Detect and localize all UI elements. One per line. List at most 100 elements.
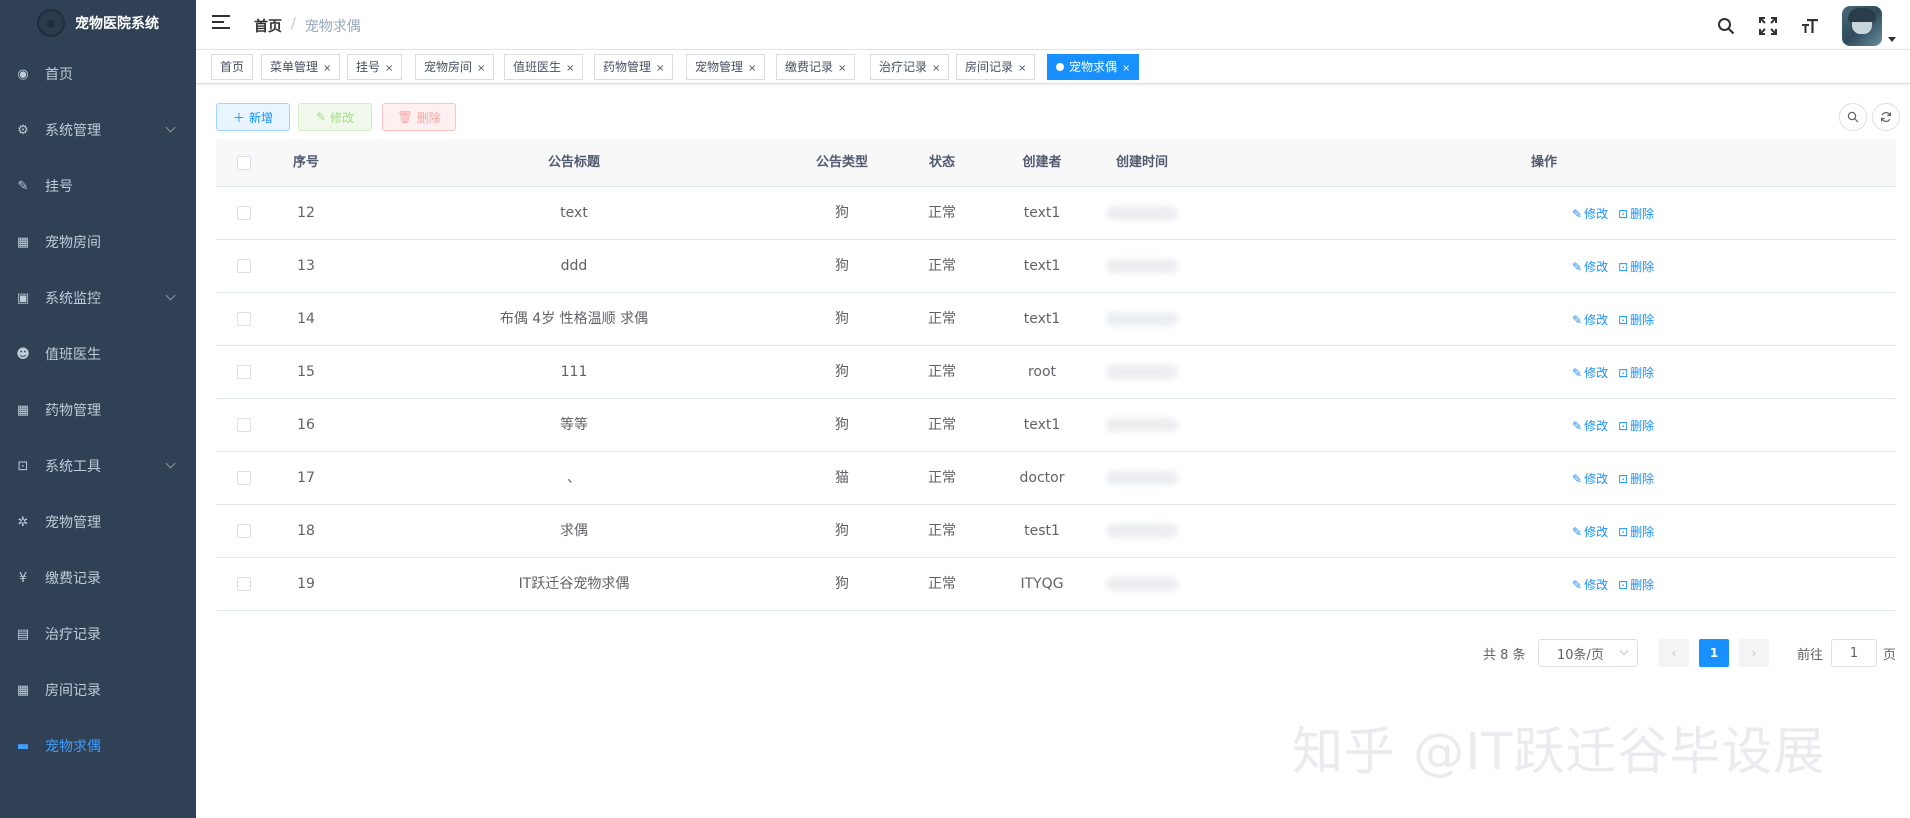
toolbox-icon: ⊡ [17,458,29,474]
row-delete-link[interactable]: ⊡ 删除 [1618,523,1654,540]
sidebar-item[interactable]: ▣ 系统监控 [0,270,196,326]
row-edit-link[interactable]: ✎ 修改 [1572,470,1608,487]
sidebar-item[interactable]: ☻ 值班医生 [0,326,196,382]
sidebar-item[interactable]: ✲ 宠物管理 [0,494,196,550]
tag-item[interactable]: 值班医生 × [504,54,584,80]
sidebar-item-label: 房间记录 [45,683,101,699]
row-checkbox[interactable] [237,365,251,379]
row-edit-label: 修改 [1584,207,1609,221]
cell-status: 正常 [928,523,956,539]
row-checkbox[interactable] [237,312,251,326]
plus-icon: ＋ [232,110,245,125]
prev-page-button[interactable]: ‹ [1659,639,1689,667]
row-edit-link[interactable]: ✎ 修改 [1572,417,1608,434]
sidebar-item[interactable]: ⊡ 系统工具 [0,438,196,494]
sidebar-item[interactable]: ▦ 宠物房间 [0,214,196,270]
chevron-down-icon[interactable] [1888,36,1896,42]
tag-item[interactable]: 首页 [211,54,254,80]
sidebar-item[interactable]: ⚙ 系统管理 [0,102,196,158]
sidebar-item[interactable]: ✎ 挂号 [0,158,196,214]
close-icon[interactable]: × [1018,63,1026,74]
close-icon[interactable]: × [656,63,664,74]
tag-item[interactable]: 房间记录 × [956,54,1036,80]
table-body: 12 text 狗正常 text1 ✎ 修改 ⊡ 删除 13 ddd 狗正常 text1 ✎ 修改 ⊡ 删除 1… [216,187,1896,611]
row-checkbox[interactable] [237,577,251,591]
row-delete-link[interactable]: ⊡ 删除 [1618,470,1654,487]
tag-item[interactable]: 药物管理 × [594,54,674,80]
row-edit-link[interactable]: ✎ 修改 [1572,364,1608,381]
tags-view: 首页 菜单管理 × 挂号 × 宠物房间 × 值班医生 × 药物管理 × 宠物管理 × 缴费记录 × 治疗记录 ×… [196,50,1910,84]
row-delete-link[interactable]: ⊡ 删除 [1618,258,1654,275]
row-checkbox[interactable] [237,259,251,273]
search-toggle-button[interactable] [1839,103,1867,131]
tag-label: 缴费记录 [785,60,834,74]
close-icon[interactable]: × [1122,63,1130,74]
cell-type: 狗 [835,311,849,327]
close-icon[interactable]: × [838,63,846,74]
row-edit-link[interactable]: ✎ 修改 [1572,258,1608,275]
cell-title: 111 [560,364,588,380]
close-icon[interactable]: × [323,63,331,74]
close-icon[interactable]: × [477,63,485,74]
row-delete-link[interactable]: ⊡ 删除 [1618,311,1654,328]
select-all-checkbox[interactable] [237,156,251,170]
page-number-button[interactable]: 1 [1699,639,1729,667]
cell-status: 正常 [928,205,956,221]
fullscreen-icon[interactable] [1758,16,1778,36]
peoples-icon: ☻ [16,346,30,362]
tag-item[interactable]: 菜单管理 × [261,54,341,80]
tag-item[interactable]: 缴费记录 × [776,54,856,80]
row-edit-link[interactable]: ✎ 修改 [1572,311,1608,328]
sidebar-item[interactable]: ◉ 首页 [0,46,196,102]
cell-operations: ✎ 修改 ⊡ 删除 [1572,505,1654,558]
cell-index: 17 [297,470,315,486]
sidebar-item[interactable]: ¥ 缴费记录 [0,550,196,606]
refresh-button[interactable] [1872,103,1900,131]
tag-item[interactable]: 宠物管理 × [686,54,766,80]
row-checkbox[interactable] [237,418,251,432]
font-size-icon[interactable] [1800,16,1820,36]
user-avatar[interactable] [1842,6,1882,46]
row-delete-label: 删除 [1630,313,1655,327]
row-delete-link[interactable]: ⊡ 删除 [1618,576,1654,593]
hamburger-icon[interactable] [212,15,230,29]
goto-page-input[interactable] [1831,639,1877,667]
tag-item[interactable]: 治疗记录 × [870,54,950,80]
tag-item[interactable]: 宠物房间 × [415,54,495,80]
app-logo[interactable]: 宠物医院系统 [0,0,196,46]
row-checkbox[interactable] [237,471,251,485]
close-icon[interactable]: × [566,63,574,74]
search-icon[interactable] [1716,16,1736,36]
row-delete-link[interactable]: ⊡ 删除 [1618,364,1654,381]
page-size-select[interactable]: 10条/页 [1538,639,1638,667]
add-button[interactable]: ＋ 新增 [216,103,290,131]
breadcrumb-home[interactable]: 首页 [254,16,282,36]
trash-icon: ⊡ [1618,259,1629,274]
row-edit-link[interactable]: ✎ 修改 [1572,523,1608,540]
row-delete-link[interactable]: ⊡ 删除 [1618,417,1654,434]
tag-item[interactable]: 挂号 × [347,54,403,80]
grid-icon: ▦ [16,402,30,418]
tag-item[interactable]: 宠物求偶 × [1047,54,1140,80]
delete-button[interactable]: 🗑 删除 [382,103,456,131]
edit-button[interactable]: ✎ 修改 [298,103,372,131]
sidebar-item[interactable]: ▦ 药物管理 [0,382,196,438]
next-page-button[interactable]: › [1739,639,1769,667]
edit-icon: ✎ [1572,471,1583,486]
close-icon[interactable]: × [748,63,756,74]
cell-index: 12 [297,205,315,221]
close-icon[interactable]: × [932,63,940,74]
row-checkbox[interactable] [237,206,251,220]
page-unit-label: 页 [1883,647,1897,663]
row-edit-link[interactable]: ✎ 修改 [1572,205,1608,222]
cell-index: 15 [297,364,315,380]
close-icon[interactable]: × [385,63,393,74]
sidebar-item[interactable]: ▬ 宠物求偶 [0,718,196,774]
row-delete-link[interactable]: ⊡ 删除 [1618,205,1654,222]
row-edit-link[interactable]: ✎ 修改 [1572,576,1608,593]
cell-creator: text1 [1023,258,1061,274]
row-checkbox[interactable] [237,524,251,538]
sidebar-item[interactable]: ▦ 房间记录 [0,662,196,718]
redacted-time [1106,365,1178,379]
redacted-time [1106,418,1178,432]
